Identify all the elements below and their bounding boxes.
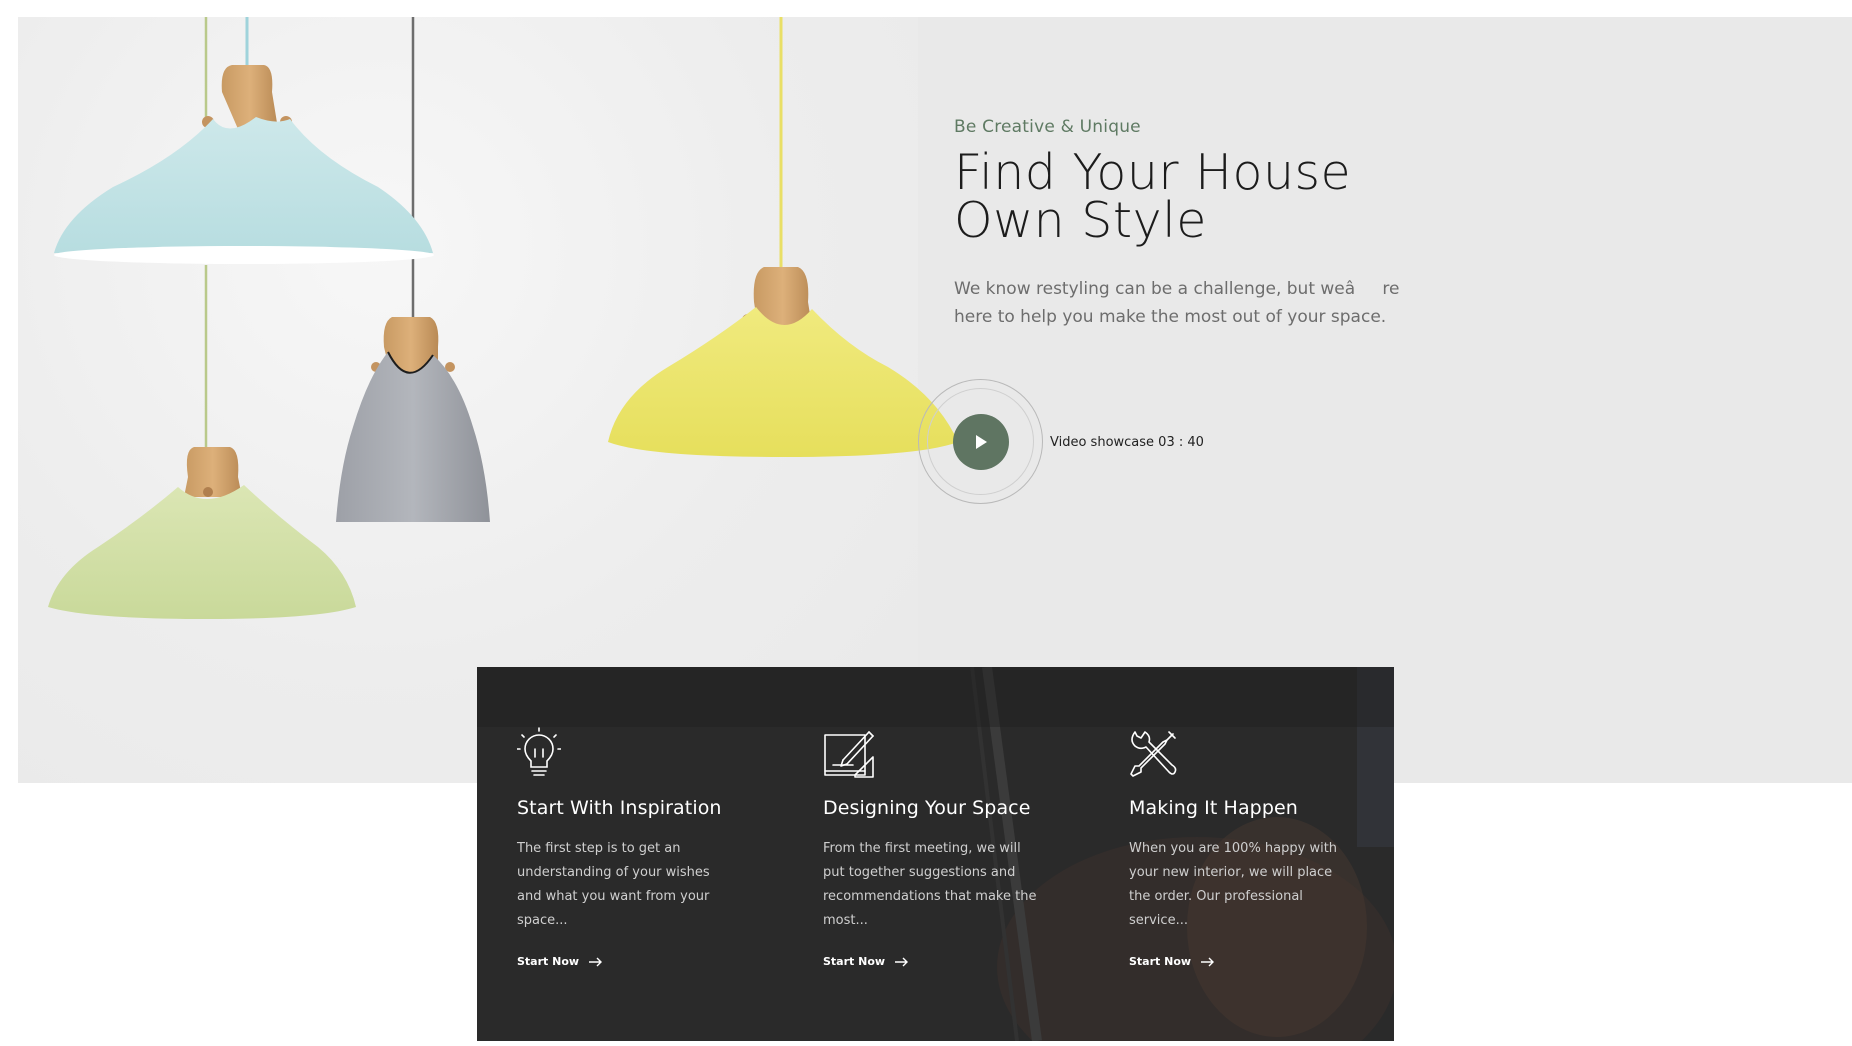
design-sketch-icon (824, 731, 874, 778)
features-section: Start With Inspiration The first step is… (477, 667, 1394, 1041)
start-now-link[interactable]: Start Now (1129, 955, 1215, 968)
lightbulb-icon (516, 727, 562, 776)
hero-content: Be Creative & Unique Find Your House Own… (954, 117, 1474, 331)
start-now-link[interactable]: Start Now (517, 955, 603, 968)
hero-title-line-1: Find Your House (954, 144, 1352, 201)
play-button-wrapper (918, 379, 1044, 505)
feature-text: When you are 100% happy with your new in… (1129, 841, 1338, 928)
hero-title-line-2: Own Style (954, 192, 1207, 249)
feature-card-inspiration: Start With Inspiration The first step is… (516, 727, 757, 969)
feature-title: Start With Inspiration (517, 797, 722, 819)
start-now-link[interactable]: Start Now (823, 955, 909, 968)
arrow-right-icon (1201, 957, 1215, 966)
hero-description: We know restyling can be a challenge, bu… (954, 279, 1400, 327)
feature-title: Designing Your Space (823, 797, 1031, 819)
feature-text: The first step is to get an understandin… (517, 841, 710, 928)
video-showcase-label: Video showcase 03 : 40 (1050, 434, 1204, 450)
hero-subtitle: Be Creative & Unique (954, 117, 1141, 137)
start-now-label: Start Now (823, 955, 886, 968)
hero-title: Find Your House Own Style (954, 144, 1474, 249)
arrow-right-icon (589, 957, 603, 966)
start-now-label: Start Now (517, 955, 580, 968)
tools-icon (1130, 731, 1177, 777)
feature-card-making: Making It Happen When you are 100% happy… (1129, 727, 1369, 969)
arrow-right-icon (895, 957, 909, 966)
feature-text: From the first meeting, we will put toge… (823, 841, 1037, 928)
video-showcase: Video showcase 03 : 40 (918, 379, 1204, 505)
play-icon (976, 435, 987, 449)
play-video-button[interactable] (953, 414, 1009, 470)
feature-title: Making It Happen (1129, 797, 1298, 819)
start-now-label: Start Now (1129, 955, 1192, 968)
feature-card-designing: Designing Your Space From the first meet… (823, 727, 1063, 969)
